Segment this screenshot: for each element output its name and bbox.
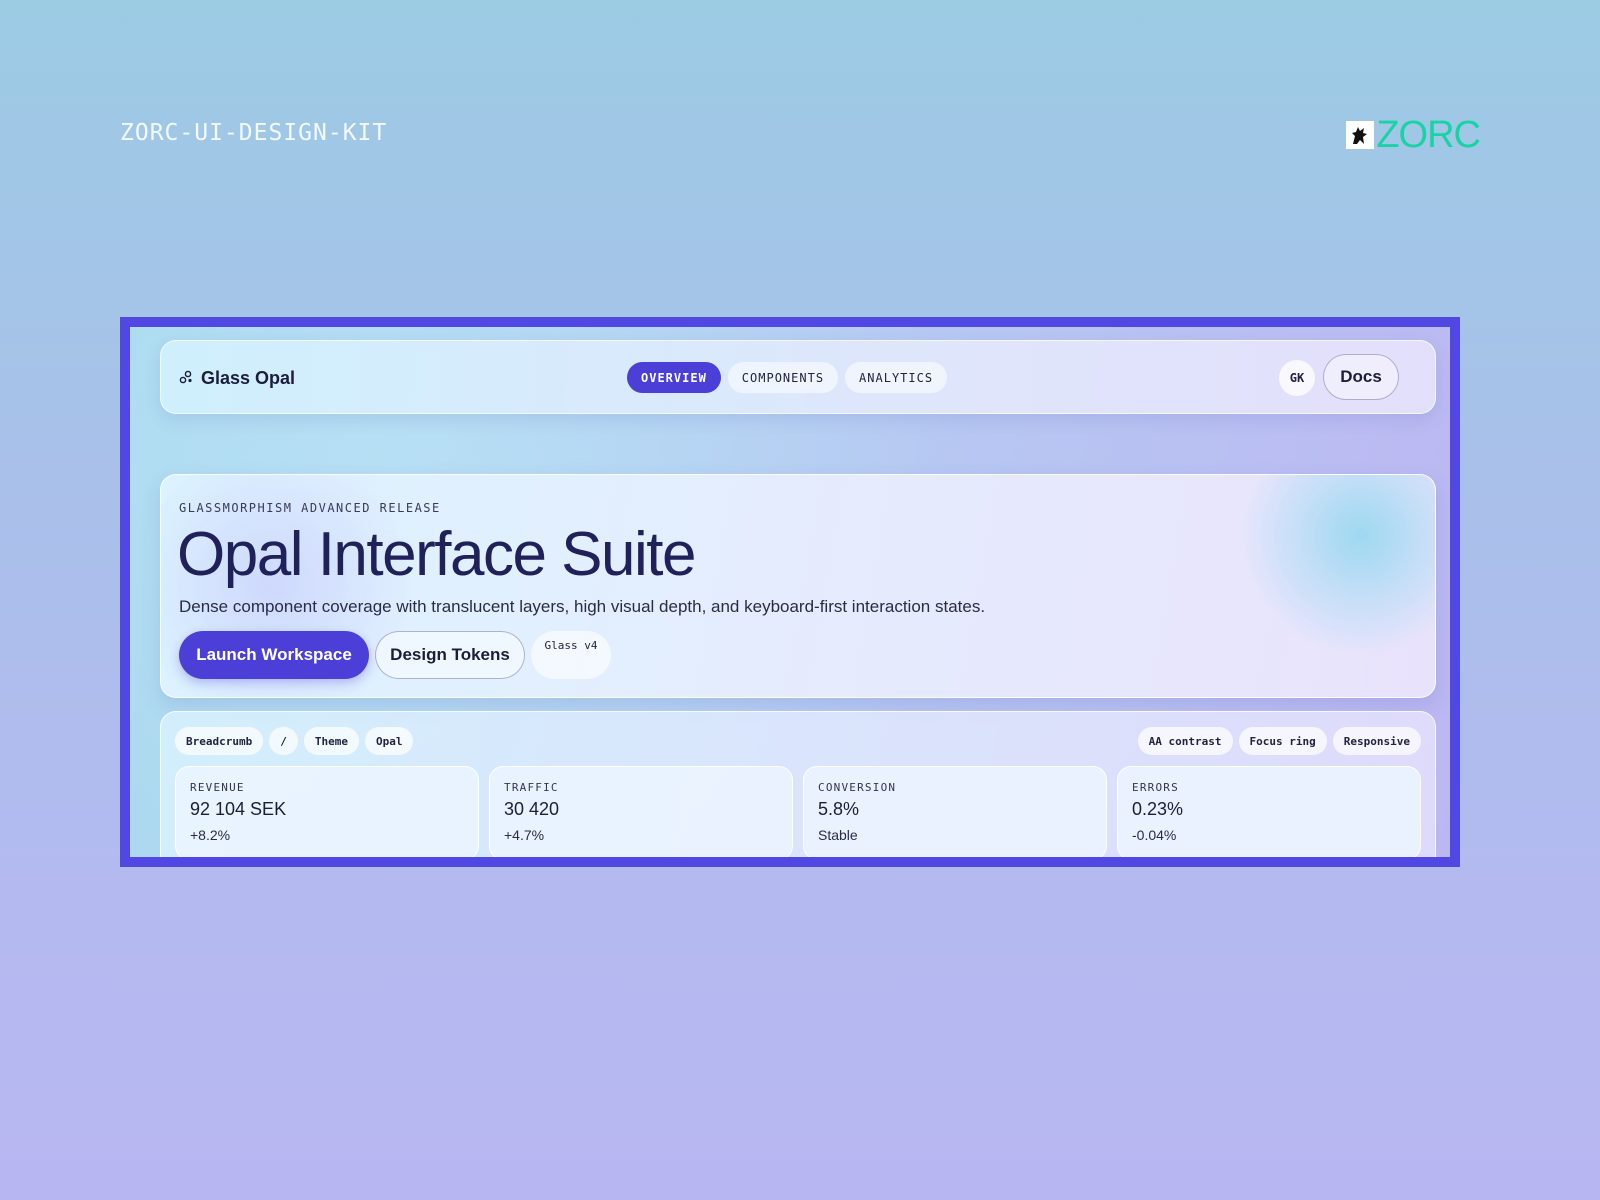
metric-delta: +8.2% xyxy=(190,827,231,843)
breadcrumb-item-breadcrumb[interactable]: Breadcrumb xyxy=(175,727,264,755)
brand-wordmark: ZORC xyxy=(1376,114,1481,156)
molecule-icon xyxy=(179,369,193,388)
wolf-logo-icon xyxy=(1346,121,1375,149)
metric-delta: -0.04% xyxy=(1132,827,1177,843)
metric-card-traffic: TRAFFIC 30 420 +4.7% xyxy=(489,766,793,857)
tab-analytics[interactable]: ANALYTICS xyxy=(845,362,948,393)
app-name: Glass Opal xyxy=(201,367,296,388)
breadcrumb-separator: / xyxy=(269,727,298,755)
breadcrumb-item-theme[interactable]: Theme xyxy=(303,727,359,755)
flag-aa-contrast: AA contrast xyxy=(1137,727,1233,755)
metric-label: ERRORS xyxy=(1132,781,1179,794)
hero-eyebrow: GLASSMORPHISM ADVANCED RELEASE xyxy=(179,501,441,515)
tab-overview[interactable]: OVERVIEW xyxy=(627,362,721,393)
metric-cards: REVENUE 92 104 SEK +8.2% TRAFFIC 30 420 … xyxy=(175,766,1421,857)
docs-button[interactable]: Docs xyxy=(1323,354,1399,400)
design-tokens-button[interactable]: Design Tokens xyxy=(375,631,525,679)
metric-label: REVENUE xyxy=(190,781,245,794)
hero-card: GLASSMORPHISM ADVANCED RELEASE Opal Inte… xyxy=(160,474,1436,698)
tab-components[interactable]: COMPONENTS xyxy=(727,362,839,393)
flag-focus-ring: Focus ring xyxy=(1238,727,1327,755)
nav-tabs: OVERVIEW COMPONENTS ANALYTICS xyxy=(627,362,948,393)
metric-delta: +4.7% xyxy=(504,827,545,843)
avatar[interactable]: GK xyxy=(1279,360,1315,396)
breadcrumb: Breadcrumb / Theme Opal xyxy=(175,727,414,755)
breadcrumb-item-opal[interactable]: Opal xyxy=(364,727,414,755)
flag-responsive: Responsive xyxy=(1332,727,1421,755)
version-badge: Glass v4 xyxy=(531,631,611,679)
page-title: Opal Interface Suite xyxy=(177,520,696,589)
metric-value: 0.23% xyxy=(1132,799,1184,819)
metric-value: 30 420 xyxy=(504,799,560,819)
metrics-panel: Breadcrumb / Theme Opal AA contrast Focu… xyxy=(160,711,1436,857)
metric-label: TRAFFIC xyxy=(504,781,559,794)
metric-delta: Stable xyxy=(818,827,858,843)
feature-flags: AA contrast Focus ring Responsive xyxy=(1137,727,1421,755)
launch-workspace-button[interactable]: Launch Workspace xyxy=(179,631,369,679)
metric-card-conversion: CONVERSION 5.8% Stable xyxy=(803,766,1107,857)
metric-value: 5.8% xyxy=(818,799,860,819)
metric-value: 92 104 SEK xyxy=(190,799,287,819)
metric-label: CONVERSION xyxy=(818,781,897,794)
hero-subtitle: Dense component coverage with translucen… xyxy=(179,597,986,616)
kit-title: ZORC-UI-DESIGN-KIT xyxy=(120,120,388,146)
top-navigation-bar: Glass Opal OVERVIEW COMPONENTS ANALYTICS… xyxy=(160,340,1436,414)
preview-frame: Glass Opal OVERVIEW COMPONENTS ANALYTICS… xyxy=(120,317,1460,867)
metric-card-revenue: REVENUE 92 104 SEK +8.2% xyxy=(175,766,479,857)
metric-card-errors: ERRORS 0.23% -0.04% xyxy=(1117,766,1421,857)
app-logo[interactable]: Glass Opal xyxy=(179,341,295,415)
brand-logo: ZORC xyxy=(1346,114,1481,156)
